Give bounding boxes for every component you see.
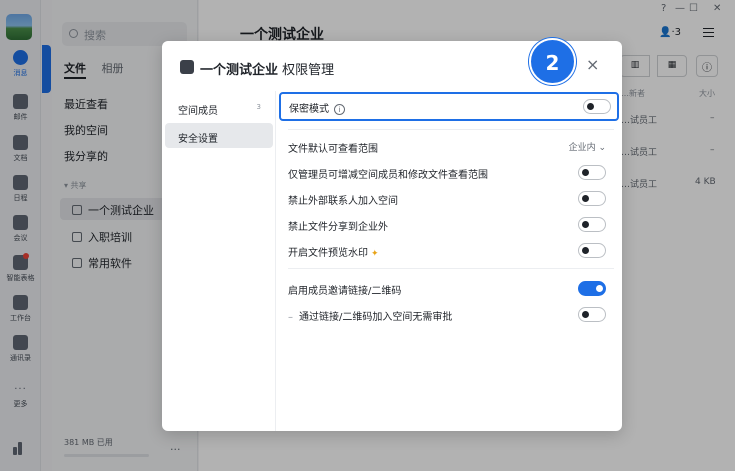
- setting-secret-mode: 保密模式 i: [279, 92, 619, 121]
- divider: [288, 129, 614, 130]
- invite-link-toggle[interactable]: [578, 281, 606, 296]
- divider: [288, 268, 614, 269]
- step-badge: 2: [529, 38, 576, 85]
- admin-only-toggle[interactable]: [578, 165, 606, 180]
- sparkle-icon: ✦: [371, 249, 379, 259]
- scope-dropdown[interactable]: 企业内 ⌄: [569, 140, 606, 153]
- chevron-down-icon: ⌄: [598, 143, 606, 153]
- info-icon[interactable]: i: [334, 104, 345, 115]
- cube-icon: [180, 60, 194, 74]
- watermark-toggle[interactable]: [578, 243, 606, 258]
- setting-no-share-out: 禁止文件分享到企业外: [288, 213, 614, 235]
- setting-admin-only: 仅管理员可增减空间成员和修改文件查看范围: [288, 161, 614, 183]
- nav-security[interactable]: 安全设置: [165, 123, 273, 148]
- secret-mode-toggle[interactable]: [583, 99, 611, 114]
- setting-watermark: 开启文件预览水印 ✦: [288, 239, 614, 261]
- dialog-title: 一个测试企业 权限管理: [200, 63, 335, 78]
- setting-default-scope: 文件默认可查看范围 企业内 ⌄: [288, 135, 614, 157]
- no-approval-toggle[interactable]: [578, 307, 606, 322]
- nav-members[interactable]: 空间成员 3: [165, 95, 273, 120]
- permission-dialog: 一个测试企业 权限管理 2 × 空间成员 3 安全设置 保密模式 i 文件默认可查…: [162, 38, 622, 431]
- setting-invite-link: 启用成员邀请链接/二维码: [288, 277, 614, 299]
- no-external-toggle[interactable]: [578, 191, 606, 206]
- no-share-out-toggle[interactable]: [578, 217, 606, 232]
- close-icon[interactable]: ×: [586, 55, 599, 74]
- setting-no-approval: – 通过链接/二维码加入空间无需审批: [288, 303, 614, 325]
- dialog-sidenav: 空间成员 3 安全设置: [162, 91, 276, 431]
- setting-no-external: 禁止外部联系人加入空间: [288, 187, 614, 209]
- member-count: 3: [256, 103, 261, 111]
